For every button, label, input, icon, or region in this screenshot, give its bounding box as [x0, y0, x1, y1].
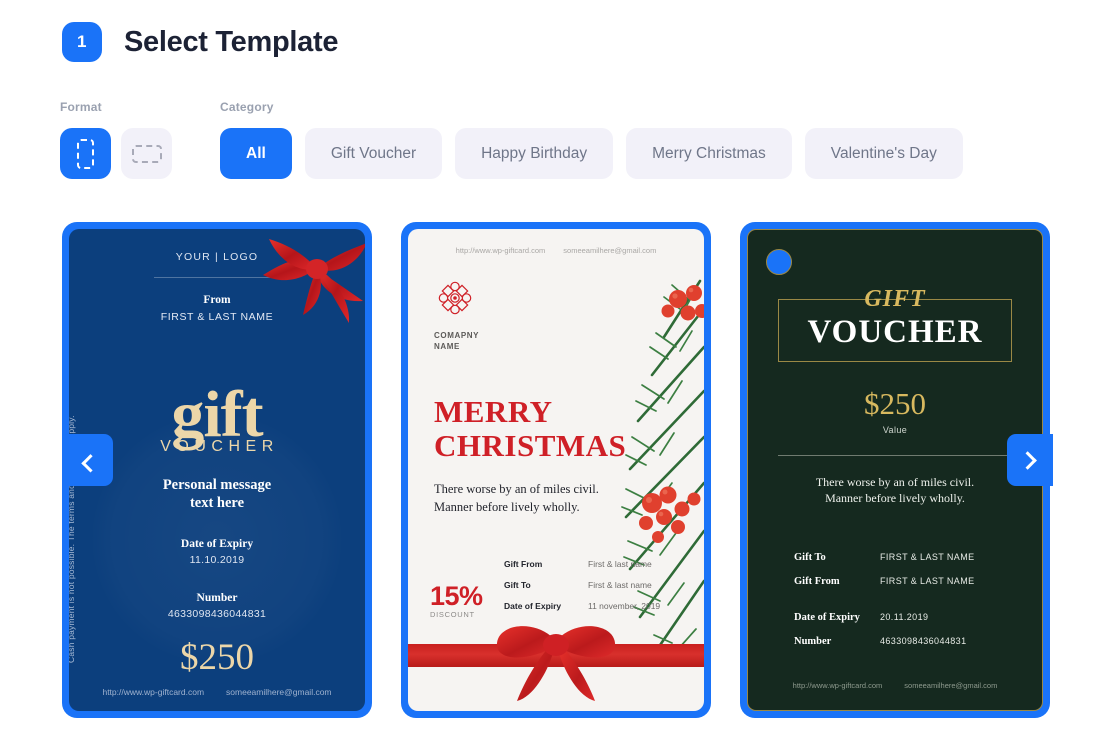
card2-url: http://www.wp-giftcard.com	[455, 246, 546, 255]
card3-field-number-key: Number	[794, 636, 832, 648]
portrait-rectangle-icon	[77, 138, 94, 169]
card2-field-gift-from-key: Gift From	[504, 559, 543, 569]
card3-field-gift-to: Gift To FIRST & LAST NAME	[794, 552, 1042, 563]
card3-message: There worse by an of miles civil. Manner…	[748, 474, 1042, 506]
card3-field-number: Number 4633098436044831	[794, 636, 1042, 647]
card3-field-gift-from: Gift From FIRST & LAST NAME	[794, 576, 1042, 587]
card3-amount-label: Value	[882, 425, 908, 435]
page-title: Select Template	[124, 25, 339, 58]
card3-field-expiry-key: Date of Expiry	[794, 612, 860, 624]
card2-field-expiry: Date of Expiry 11 november, 2019	[504, 601, 660, 611]
category-options: All Gift Voucher Happy Birthday Merry Ch…	[220, 128, 963, 179]
card3-message-line1: There worse by an of miles civil.	[815, 475, 975, 489]
landscape-rectangle-icon	[131, 144, 162, 163]
template-card-dark-gift-voucher[interactable]: GIFT VOUCHER $250 Value There worse by a…	[740, 222, 1050, 718]
card3-field-expiry-value: 20.11.2019	[880, 612, 929, 623]
step-number-badge: 1	[62, 22, 102, 62]
red-ribbon-bow-icon	[263, 239, 365, 323]
card1-footer-url: http://www.wp-giftcard.com	[102, 687, 205, 697]
format-option-portrait[interactable]	[60, 128, 111, 179]
card1-footer-email: someeamilhere@gmail.com	[226, 687, 332, 697]
card3-footer: http://www.wp-giftcard.com someeamilhere…	[748, 681, 1042, 690]
format-option-landscape[interactable]	[121, 128, 172, 179]
chevron-right-icon	[1017, 450, 1037, 470]
card2-discount-label: DISCOUNT	[430, 610, 475, 619]
card3-footer-email: someeamilhere@gmail.com	[904, 681, 998, 690]
format-options	[60, 128, 172, 179]
format-label: Format	[60, 100, 102, 114]
card2-field-gift-to-key: Gift To	[504, 580, 531, 590]
template-carousel: YOUR | LOGO From FIRST & LAST NAME gift …	[0, 222, 1105, 718]
category-pill-all[interactable]: All	[220, 128, 292, 179]
card3-field-gift-from-value: FIRST & LAST NAME	[880, 576, 975, 587]
category-pill-happy-birthday[interactable]: Happy Birthday	[455, 128, 614, 179]
card2-field-gift-from: Gift From First & last name	[504, 559, 660, 569]
filter-bar: Format Category All Gift Voucher Happy B…	[0, 62, 1105, 179]
card3-fields-gap	[794, 600, 1042, 612]
card3-field-gift-to-key: Gift To	[794, 552, 826, 564]
card2-field-gift-from-value: First & last name	[588, 559, 652, 569]
page-header: 1 Select Template	[0, 0, 1105, 62]
punch-hole-icon	[766, 249, 792, 275]
carousel-next-button[interactable]	[1007, 434, 1053, 486]
card3-fields: Gift To FIRST & LAST NAME Gift From FIRS…	[794, 552, 1042, 647]
card3-field-expiry: Date of Expiry 20.11.2019	[794, 612, 1042, 623]
flower-logo-icon	[438, 281, 472, 315]
card3-title-main: VOUCHER	[807, 314, 983, 350]
category-pill-gift-voucher[interactable]: Gift Voucher	[304, 128, 443, 179]
card2-discount-badge: 15% DISCOUNT	[430, 581, 483, 619]
card3-divider	[778, 455, 1012, 456]
red-bow-icon	[496, 626, 616, 701]
card2-fields: Gift From First & last name Gift To Firs…	[504, 559, 660, 622]
card2-field-gift-to: Gift To First & last name	[504, 580, 660, 590]
card2-discount-value: 15%	[430, 581, 483, 611]
card1-footer: http://www.wp-giftcard.com someeamilhere…	[69, 687, 365, 697]
chevron-left-icon	[80, 453, 100, 473]
card3-title-script: GIFT	[864, 286, 926, 312]
template-preview-dark: GIFT VOUCHER $250 Value There worse by a…	[747, 229, 1043, 711]
format-filter-group: Format	[60, 100, 172, 179]
template-card-merry-christmas[interactable]: http://www.wp-giftcard.com someeamilhere…	[401, 222, 711, 718]
card3-field-gift-to-value: FIRST & LAST NAME	[880, 552, 975, 563]
category-filter-group: Category All Gift Voucher Happy Birthday…	[220, 100, 963, 179]
template-preview-christmas: http://www.wp-giftcard.com someeamilhere…	[408, 229, 704, 711]
category-label: Category	[220, 100, 274, 114]
card3-message-line2: Manner before lively wholly.	[825, 491, 965, 506]
category-pill-valentines-day[interactable]: Valentine's Day	[804, 128, 963, 179]
category-pill-merry-christmas[interactable]: Merry Christmas	[626, 128, 792, 179]
card3-footer-url: http://www.wp-giftcard.com	[792, 681, 883, 690]
carousel-prev-button[interactable]	[67, 434, 113, 486]
card2-field-expiry-key: Date of Expiry	[504, 601, 562, 611]
card3-field-gift-from-key: Gift From	[794, 576, 840, 588]
template-preview-blue: YOUR | LOGO From FIRST & LAST NAME gift …	[69, 229, 365, 711]
card2-field-expiry-value: 11 november, 2019	[588, 601, 661, 611]
card3-amount: $250	[864, 386, 926, 421]
card2-field-gift-to-value: First & last name	[588, 580, 652, 590]
radial-glow	[92, 414, 342, 664]
card3-field-number-value: 4633098436044831	[880, 636, 967, 647]
